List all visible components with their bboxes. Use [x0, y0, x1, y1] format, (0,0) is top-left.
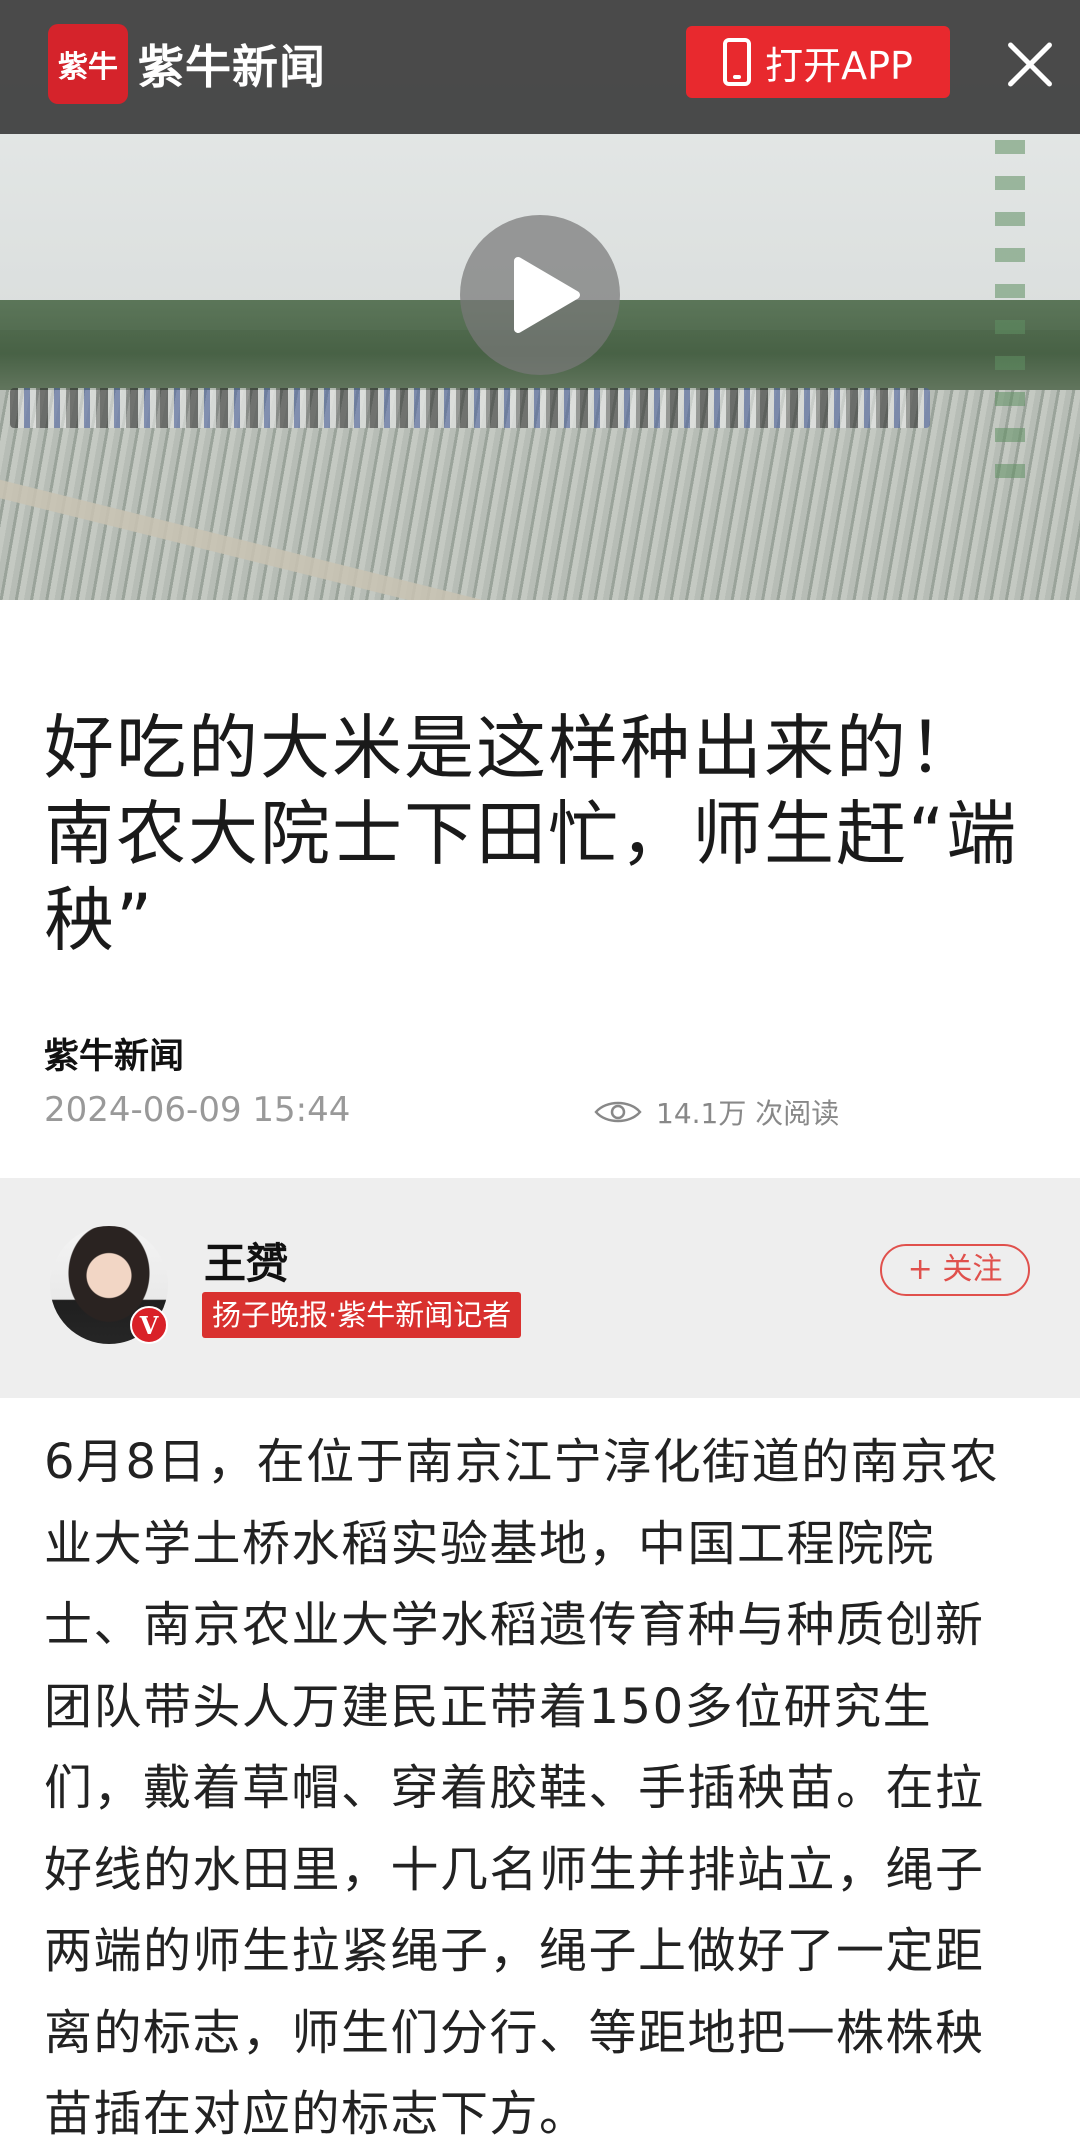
logo-mark: 紫牛 [48, 24, 128, 104]
article-title-line: 南农大院士下田忙，师生赶“端 [44, 793, 1019, 875]
view-count: 14.1万 次阅读 [594, 1092, 839, 1132]
article-body: 6月8日，在位于南京江宁淳化街道的南京农 业大学土桥水稻实验基地，中国工程院院 … [44, 1422, 1044, 2140]
article-paragraph-line: 6月8日，在位于南京江宁淳化街道的南京农 [44, 1434, 1000, 1490]
play-icon [514, 257, 580, 333]
open-app-label: 打开APP [765, 43, 913, 88]
video-calligraphy [995, 140, 1025, 480]
author-title-badge: 扬子晚报·紫牛新闻记者 [202, 1292, 522, 1338]
article-paragraph-line: 士、南京农业大学水稻遗传育种与种质创新 [44, 1597, 985, 1653]
close-icon[interactable] [1002, 36, 1058, 92]
publish-date: 2024-06-09 15:44 [44, 1090, 351, 1130]
video-people-row [10, 388, 930, 428]
article-paragraph-line: 离的标志，师生们分行、等距地把一株株秧 [44, 2004, 985, 2061]
verified-icon: V [130, 1306, 168, 1344]
article-paragraph-line: 苗插在对应的标志下方。 [44, 2086, 589, 2140]
phone-icon [723, 38, 752, 86]
article-paragraph-line: 业大学土桥水稻实验基地，中国工程院院 [44, 1515, 936, 1572]
logo-text: 紫牛新闻 [138, 40, 326, 94]
author-card: V 王赟 扬子晚报·紫牛新闻记者 + 关注 [0, 1178, 1080, 1398]
follow-button[interactable]: + 关注 [880, 1244, 1030, 1296]
play-button[interactable] [460, 215, 620, 375]
app-logo[interactable]: 紫牛 紫牛新闻 [48, 24, 326, 104]
eye-icon [594, 1101, 642, 1123]
article-paragraph-line: 们，戴着草帽、穿着胶鞋、手插秧苗。在拉 [44, 1760, 985, 1816]
article-title-line: 秧” [44, 879, 155, 961]
article-paragraph-line: 团队带头人万建民正带着150多位研究生 [44, 1678, 933, 1735]
article-title-line: 好吃的大米是这样种出来的！ [44, 707, 980, 789]
top-bar: 紫牛 紫牛新闻 打开APP [0, 0, 1080, 134]
article-source[interactable]: 紫牛新闻 [44, 1028, 184, 1079]
article-paragraph-line: 好线的水田里，十几名师生并排站立，绳子 [44, 1841, 985, 1898]
article-paragraph-line: 两端的师生拉紧绳子，绳子上做好了一定距 [44, 1923, 985, 1979]
open-app-button[interactable]: 打开APP [686, 26, 950, 98]
view-count-text: 14.1万 次阅读 [656, 1097, 840, 1130]
author-name[interactable]: 王赟 [204, 1230, 288, 1291]
article-title: 好吃的大米是这样种出来的！ 南农大院士下田忙，师生赶“端 秧” [44, 705, 1044, 963]
